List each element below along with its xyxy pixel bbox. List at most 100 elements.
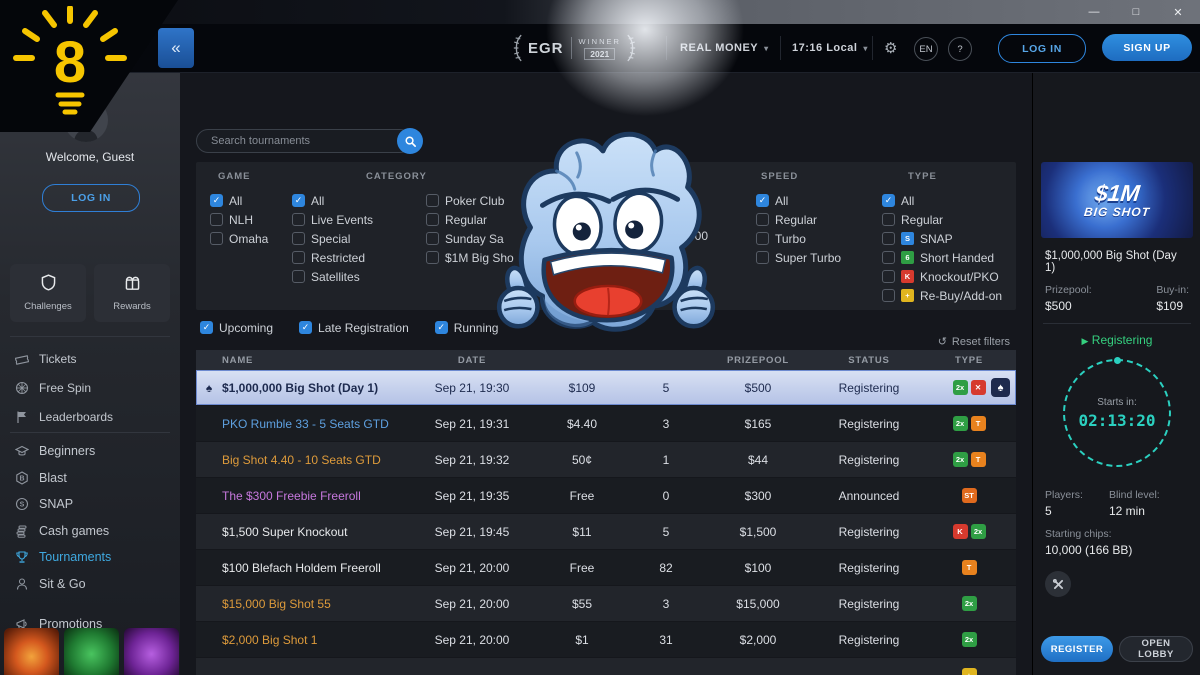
sidebar-item-blast[interactable]: BBlast bbox=[0, 465, 180, 492]
cell-buyin: Free bbox=[532, 489, 632, 503]
status-filter-option-upcoming[interactable]: ✓ Upcoming bbox=[200, 318, 273, 337]
open-lobby-button[interactable]: OPEN LOBBY bbox=[1119, 636, 1193, 662]
game-filter-option-nlh[interactable]: NLH bbox=[210, 210, 268, 229]
orb-game-icon[interactable] bbox=[4, 628, 59, 675]
tournament-name: $15,000 Big Shot 55 bbox=[222, 597, 412, 611]
category-filter-title: CATEGORY bbox=[366, 171, 427, 182]
cell-date: Sep 21, 19:32 bbox=[412, 453, 532, 467]
sidebar-collapse-button[interactable]: « bbox=[158, 28, 194, 68]
cell-prizepool: $100 bbox=[700, 561, 816, 575]
type-filter-option-re-buy-add-on[interactable]: +Re-Buy/Add-on bbox=[882, 286, 1002, 305]
type-badge-icon: T bbox=[971, 416, 986, 431]
sidebar-item-free-spin[interactable]: Free Spin bbox=[0, 373, 180, 402]
checkbox: ✓ bbox=[200, 321, 213, 334]
category-filter-option-live-events[interactable]: Live Events bbox=[292, 210, 373, 229]
checkbox-label: Knockout/PKO bbox=[920, 270, 999, 284]
sidebar-item-beginners[interactable]: Beginners bbox=[0, 438, 180, 465]
tournament-row[interactable]: + bbox=[196, 658, 1016, 675]
tournament-row[interactable]: $100 Blefach Holdem FreerollSep 21, 20:0… bbox=[196, 550, 1016, 586]
speed-filter-option-all[interactable]: ✓All bbox=[756, 191, 841, 210]
cell-status: Registering bbox=[816, 381, 922, 395]
tournament-row[interactable]: The $300 Freebie FreerollSep 21, 19:35Fr… bbox=[196, 478, 1016, 514]
category-filter-option-satellites[interactable]: Satellites bbox=[292, 267, 373, 286]
local-time-dropdown[interactable]: 17:16 Local▾ bbox=[792, 24, 868, 72]
cell-prizepool: $44 bbox=[700, 453, 816, 467]
game-filter-option-all[interactable]: ✓All bbox=[210, 191, 268, 210]
cell-date: Sep 21, 20:00 bbox=[412, 633, 532, 647]
type-filter-option-knockout-pko[interactable]: KKnockout/PKO bbox=[882, 267, 1002, 286]
type-badges: T bbox=[922, 560, 1016, 575]
checkbox-label: Restricted bbox=[311, 251, 365, 265]
type-filter-option-regular[interactable]: Regular bbox=[882, 210, 1002, 229]
type-badge-icon: T bbox=[971, 452, 986, 467]
sidebar-tile-challenges[interactable]: Challenges bbox=[10, 264, 86, 322]
language-button[interactable]: EN bbox=[914, 37, 938, 61]
timer-dot-icon bbox=[1114, 357, 1121, 364]
checkbox: ✓ bbox=[882, 194, 895, 207]
help-button[interactable]: ? bbox=[948, 37, 972, 61]
cube-game-icon[interactable] bbox=[64, 628, 119, 675]
sidebar-item-label: Leaderboards bbox=[39, 410, 113, 424]
speed-filter-option-regular[interactable]: Regular bbox=[756, 210, 841, 229]
sidebar-login-button[interactable]: LOG IN bbox=[42, 184, 140, 212]
sidebar-item-cash-games[interactable]: Cash games bbox=[0, 518, 180, 545]
minimize-button[interactable]: — bbox=[1088, 6, 1100, 19]
sidebar-tile-rewards[interactable]: Rewards bbox=[94, 264, 170, 322]
cell-players: 5 bbox=[632, 381, 700, 395]
tournament-name: $1,000,000 Big Shot (Day 1) bbox=[222, 381, 412, 395]
speed-filter-option-turbo[interactable]: Turbo bbox=[756, 229, 841, 248]
tournament-row[interactable]: $15,000 Big Shot 55Sep 21, 20:00$553$15,… bbox=[196, 586, 1016, 622]
tournament-details-panel: $1M BIG SHOT $1,000,000 Big Shot (Day 1)… bbox=[1032, 72, 1200, 675]
tournament-row[interactable]: PKO Rumble 33 - 5 Seats GTDSep 21, 19:31… bbox=[196, 406, 1016, 442]
type-filter-option-short-handed[interactable]: 6Short Handed bbox=[882, 248, 1002, 267]
register-button[interactable]: REGISTER bbox=[1041, 636, 1113, 662]
tournament-name: PKO Rumble 33 - 5 Seats GTD bbox=[222, 417, 412, 431]
type-badge-icon: 2x bbox=[953, 380, 968, 395]
sidebar-item-sit-go[interactable]: Sit & Go bbox=[0, 571, 180, 598]
starting-chips-value: 10,000 (166 BB) bbox=[1045, 543, 1189, 557]
tournament-row[interactable]: $1,500 Super KnockoutSep 21, 19:45$115$1… bbox=[196, 514, 1016, 550]
reset-filters-button[interactable]: ↺ Reset filters bbox=[938, 335, 1010, 348]
login-button[interactable]: LOG IN bbox=[998, 34, 1086, 63]
search-button[interactable] bbox=[397, 128, 423, 154]
category-filter-option-restricted[interactable]: Restricted bbox=[292, 248, 373, 267]
checkbox-label: Upcoming bbox=[219, 321, 273, 335]
maximize-button[interactable]: □ bbox=[1130, 6, 1142, 19]
type-badges: + bbox=[922, 668, 1016, 675]
tournament-row[interactable]: ♠$1,000,000 Big Shot (Day 1)Sep 21, 19:3… bbox=[196, 370, 1016, 406]
speed-filter-option-super-turbo[interactable]: Super Turbo bbox=[756, 248, 841, 267]
sidebar-item-leaderboards[interactable]: Leaderboards bbox=[0, 402, 180, 431]
signup-button[interactable]: SIGN UP bbox=[1102, 34, 1192, 61]
starts-in-label: Starts in: bbox=[1097, 397, 1136, 408]
checkbox bbox=[756, 213, 769, 226]
sidebar-item-snap[interactable]: SSNAP bbox=[0, 491, 180, 518]
game-filter-option-omaha[interactable]: Omaha bbox=[210, 229, 268, 248]
gift-icon bbox=[124, 274, 141, 296]
category-filter-option-all[interactable]: ✓All bbox=[292, 191, 373, 210]
starting-chips-label: Starting chips: bbox=[1045, 528, 1189, 540]
checkbox: ✓ bbox=[299, 321, 312, 334]
gem-game-icon[interactable] bbox=[124, 628, 179, 675]
header-date: DATE bbox=[412, 355, 532, 366]
type-filter-option-snap[interactable]: SSNAP bbox=[882, 229, 1002, 248]
checkbox bbox=[756, 251, 769, 264]
cell-date: Sep 21, 20:00 bbox=[412, 597, 532, 611]
sidebar-item-tickets[interactable]: Tickets bbox=[0, 344, 180, 373]
type-filter-option-all[interactable]: ✓All bbox=[882, 191, 1002, 210]
sidebar-item-tournaments[interactable]: Tournaments bbox=[0, 544, 180, 571]
checkbox-label: Regular bbox=[901, 213, 943, 227]
checkbox-label: Re-Buy/Add-on bbox=[920, 289, 1002, 303]
sidebar-item-label: Beginners bbox=[39, 444, 95, 458]
close-button[interactable]: ✕ bbox=[1172, 6, 1184, 19]
tournament-row[interactable]: Big Shot 4.40 - 10 Seats GTDSep 21, 19:3… bbox=[196, 442, 1016, 478]
search-input[interactable] bbox=[196, 129, 412, 153]
table-options-icon[interactable] bbox=[1045, 571, 1071, 597]
header-name: NAME bbox=[222, 355, 412, 366]
settings-gear-icon[interactable]: ⚙ bbox=[884, 24, 897, 72]
tournament-row[interactable]: $2,000 Big Shot 1Sep 21, 20:00$131$2,000… bbox=[196, 622, 1016, 658]
category-filter-option-special[interactable]: Special bbox=[292, 229, 373, 248]
status-filter-option-late-registration[interactable]: ✓Late Registration bbox=[299, 318, 409, 337]
checkbox bbox=[882, 232, 895, 245]
real-money-dropdown[interactable]: REAL MONEY▾ bbox=[680, 24, 769, 72]
snap-badge-icon: S bbox=[901, 232, 914, 245]
